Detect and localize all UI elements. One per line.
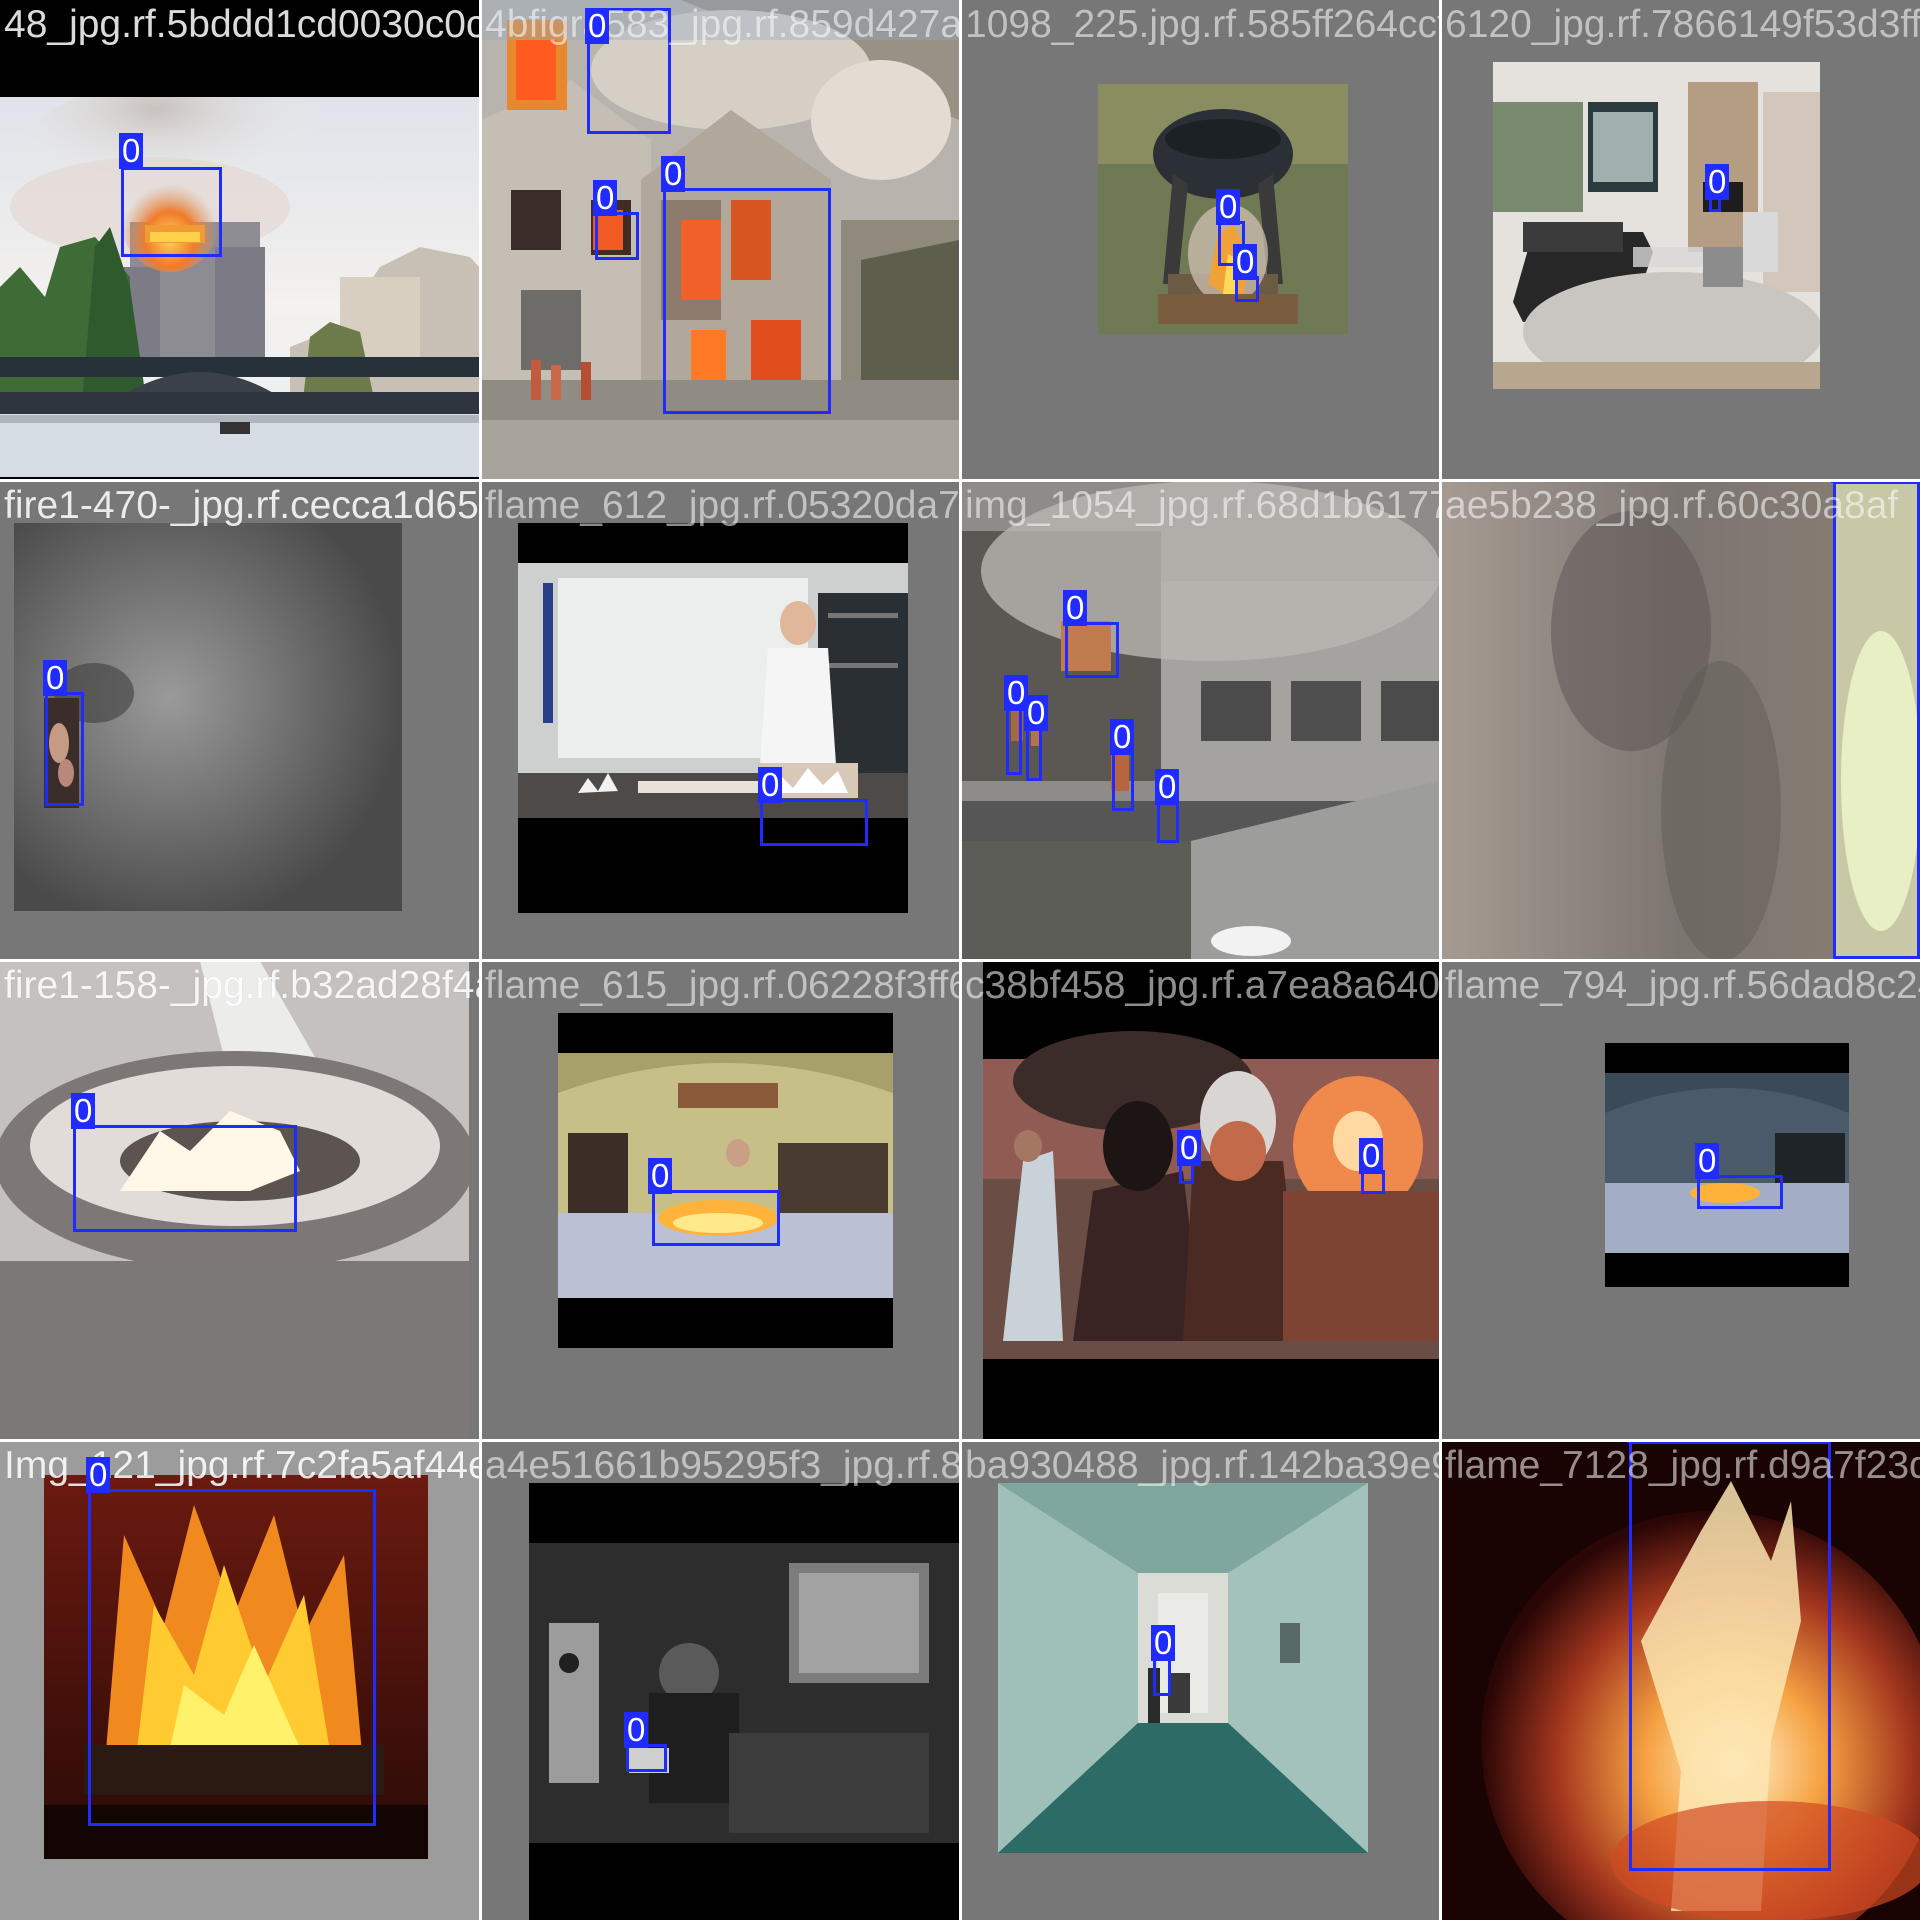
- tile-caption: fire1-158-_jpg.rf.b32ad28f4a: [4, 964, 479, 1007]
- detection-box[interactable]: [1153, 1657, 1171, 1696]
- detection-label: 0: [593, 180, 618, 216]
- tile-caption: a4e51661b95295f3_jpg.rf.83: [485, 1444, 959, 1487]
- detection-label: 0: [1216, 189, 1241, 225]
- detection-box[interactable]: [121, 167, 222, 257]
- tile-building-smoke[interactable]: 0 0 0 0 0 img_1054_jpg.rf.68d1b6177b: [961, 481, 1439, 959]
- detection-label: 0: [624, 1712, 649, 1748]
- detection-label: 0: [86, 1457, 111, 1493]
- photo: [998, 1483, 1368, 1853]
- detection-label: 0: [1359, 1138, 1384, 1174]
- tile-caption: flame_612_jpg.rf.05320da7ea: [485, 484, 959, 527]
- detection-label: 0: [1155, 769, 1180, 805]
- grid-divider: [0, 959, 1920, 962]
- tile-caption: 6120_jpg.rf.7866149f53d3fff3: [1445, 3, 1920, 46]
- tile-lab-demonstration[interactable]: 0 flame_612_jpg.rf.05320da7ea: [481, 481, 959, 959]
- tile-lab-counter-fire[interactable]: 0 flame_615_jpg.rf.06228f3ff6d: [481, 961, 959, 1439]
- tile-caption: flame_7128_jpg.rf.d9a7f23d8: [1445, 1444, 1920, 1487]
- detection-label: 0: [661, 156, 686, 192]
- detection-label: 0: [1705, 164, 1730, 200]
- tile-caption: ae5b238_jpg.rf.60c30a8af: [1445, 484, 1899, 527]
- photo: [518, 523, 908, 913]
- detection-label: 0: [1151, 1625, 1176, 1661]
- photo: [529, 1483, 959, 1920]
- tile-caption: flame_794_jpg.rf.56dad8c24805: [1445, 964, 1920, 1007]
- photo: [558, 1013, 893, 1348]
- detection-box[interactable]: [1157, 801, 1179, 843]
- detection-label: 0: [758, 767, 783, 803]
- detection-label: 0: [1024, 695, 1049, 731]
- detection-box[interactable]: [1112, 751, 1134, 811]
- detection-box[interactable]: [73, 1125, 297, 1232]
- tile-caption: c38bf458_jpg.rf.a7ea8a640fb48: [965, 964, 1439, 1007]
- tile-living-room[interactable]: 0 6120_jpg.rf.7866149f53d3fff3: [1441, 0, 1920, 479]
- photo: [1493, 62, 1820, 389]
- detection-box[interactable]: [626, 1744, 667, 1772]
- tile-closeup-texture[interactable]: 0 ae5b238_jpg.rf.60c30a8af: [1441, 481, 1920, 959]
- photo: [0, 97, 479, 477]
- detection-box[interactable]: [760, 799, 868, 846]
- detection-label: 0: [43, 660, 68, 696]
- detection-label: 0: [1233, 244, 1258, 280]
- tile-caption: Img_121_jpg.rf.7c2fa5af44e: [4, 1444, 479, 1487]
- detection-label: 0: [585, 8, 610, 44]
- tile-caption: img_1054_jpg.rf.68d1b6177b: [965, 484, 1439, 527]
- detection-box[interactable]: [1629, 1441, 1831, 1871]
- tile-caption: 48_jpg.rf.5bddd1cd0030c0c: [4, 3, 479, 46]
- detection-label: 0: [71, 1093, 96, 1129]
- detection-label: 0: [648, 1158, 673, 1194]
- tile-cathedral-fire[interactable]: 0 48_jpg.rf.5bddd1cd0030c0c: [0, 0, 479, 479]
- detection-label: 0: [119, 133, 144, 169]
- detection-box[interactable]: [595, 212, 639, 260]
- photo: [983, 961, 1439, 1439]
- prediction-mosaic: 0 48_jpg.rf.5bddd1cd0030c0c 0 0 0 4bfigr…: [0, 0, 1920, 1920]
- tile-caption: 4bfigra583_jpg.rf.859d427a: [485, 3, 959, 46]
- tile-hallway[interactable]: 0 ba930488_jpg.rf.142ba39e9b: [961, 1441, 1439, 1920]
- detection-box[interactable]: [1697, 1175, 1783, 1209]
- tile-small-lab-fire[interactable]: 0 flame_794_jpg.rf.56dad8c24805: [1441, 961, 1920, 1439]
- detection-box[interactable]: [1065, 622, 1119, 678]
- tile-caption: flame_615_jpg.rf.06228f3ff6d: [485, 964, 959, 1007]
- tile-fireplace[interactable]: 0 Img_121_jpg.rf.7c2fa5af44e: [0, 1441, 479, 1920]
- tile-caption: ba930488_jpg.rf.142ba39e9b: [965, 1444, 1439, 1487]
- detection-box[interactable]: [88, 1489, 376, 1826]
- detection-box[interactable]: [652, 1190, 780, 1246]
- detection-box[interactable]: [1006, 707, 1022, 775]
- photo: [1605, 1043, 1849, 1287]
- tile-caption: fire1-470-_jpg.rf.cecca1d651: [4, 484, 479, 527]
- detection-box[interactable]: [1833, 481, 1920, 959]
- tile-burning-houses[interactable]: 0 0 0 4bfigra583_jpg.rf.859d427a: [481, 0, 959, 479]
- tile-caption: 1098_225.jpg.rf.585ff264ccfc587: [965, 3, 1439, 46]
- grid-divider: [0, 1439, 1920, 1442]
- tile-dark-room[interactable]: 0 a4e51661b95295f3_jpg.rf.83: [481, 1441, 959, 1920]
- grid-divider: [0, 479, 1920, 482]
- tile-foggy-scene[interactable]: 0 fire1-470-_jpg.rf.cecca1d651: [0, 481, 479, 959]
- tile-cauldron-campfire[interactable]: 0 0 1098_225.jpg.rf.585ff264ccfc587: [961, 0, 1439, 479]
- tile-flame-closeup[interactable]: 0 flame_7128_jpg.rf.d9a7f23d8: [1441, 1441, 1920, 1920]
- detection-label: 0: [1177, 1130, 1202, 1166]
- detection-label: 0: [1063, 590, 1088, 626]
- detection-box[interactable]: [45, 692, 84, 806]
- tile-fire-pit[interactable]: 0 fire1-158-_jpg.rf.b32ad28f4a: [0, 961, 479, 1439]
- tile-protesters-flares[interactable]: 0 0 c38bf458_jpg.rf.a7ea8a640fb48: [961, 961, 1439, 1439]
- detection-label: 0: [1695, 1143, 1720, 1179]
- detection-label: 0: [1110, 719, 1135, 755]
- detection-box[interactable]: [1026, 727, 1042, 781]
- detection-box[interactable]: [663, 188, 831, 414]
